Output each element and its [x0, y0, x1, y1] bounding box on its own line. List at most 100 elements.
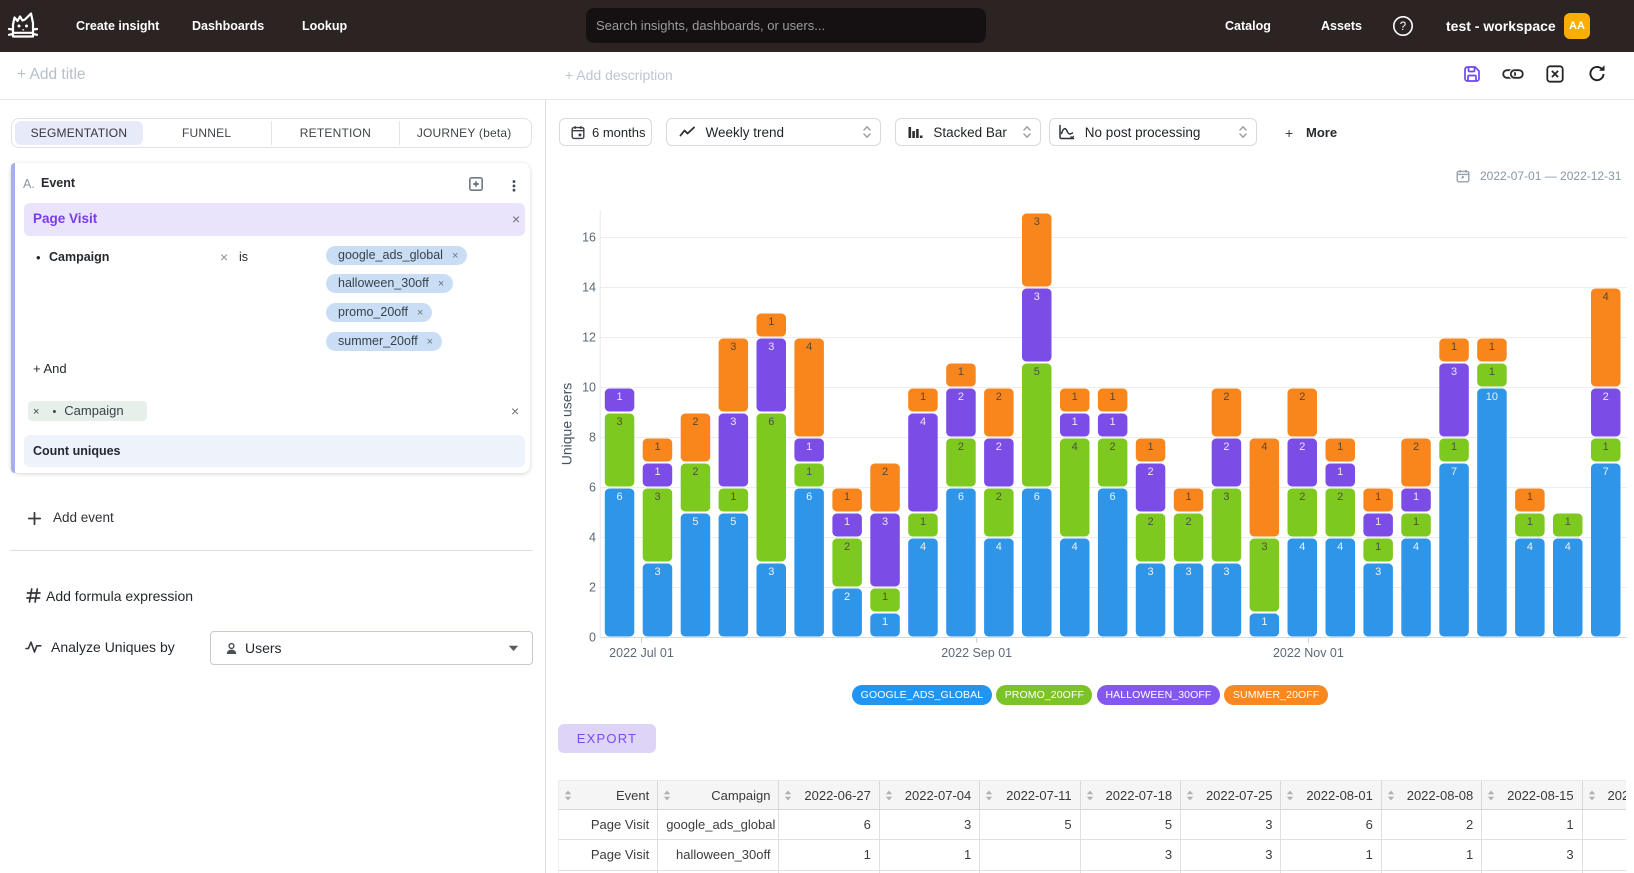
svg-text:5: 5 [1034, 366, 1040, 378]
svg-text:3: 3 [768, 341, 774, 353]
svg-text:1: 1 [958, 366, 964, 378]
svg-text:2: 2 [589, 581, 596, 595]
svg-text:6: 6 [1034, 491, 1040, 503]
svg-text:1: 1 [654, 466, 660, 478]
svg-text:1: 1 [882, 616, 888, 628]
svg-text:14: 14 [582, 281, 596, 295]
svg-text:4: 4 [1413, 541, 1419, 553]
svg-text:4: 4 [1527, 541, 1533, 553]
svg-text:2022 Sep 01: 2022 Sep 01 [941, 646, 1012, 660]
svg-text:2: 2 [1185, 516, 1191, 528]
svg-text:4: 4 [1337, 541, 1343, 553]
svg-text:6: 6 [958, 491, 964, 503]
svg-text:3: 3 [1261, 541, 1267, 553]
svg-text:6: 6 [1110, 491, 1116, 503]
svg-text:1: 1 [1413, 491, 1419, 503]
svg-text:1: 1 [1375, 491, 1381, 503]
svg-text:4: 4 [1261, 441, 1267, 453]
svg-text:6: 6 [616, 491, 622, 503]
svg-text:1: 1 [1261, 616, 1267, 628]
svg-text:3: 3 [882, 516, 888, 528]
svg-text:5: 5 [692, 516, 698, 528]
svg-text:4: 4 [806, 341, 812, 353]
svg-text:1: 1 [730, 491, 736, 503]
svg-text:7: 7 [1451, 466, 1457, 478]
svg-text:1: 1 [654, 441, 660, 453]
svg-text:1: 1 [1565, 516, 1571, 528]
svg-text:2: 2 [692, 416, 698, 428]
svg-text:1: 1 [1451, 341, 1457, 353]
svg-text:2: 2 [958, 391, 964, 403]
svg-text:2: 2 [1299, 491, 1305, 503]
svg-text:2: 2 [996, 391, 1002, 403]
svg-text:2: 2 [1223, 441, 1229, 453]
svg-text:7: 7 [1603, 466, 1609, 478]
svg-text:2: 2 [1110, 441, 1116, 453]
svg-text:1: 1 [1337, 466, 1343, 478]
svg-text:1: 1 [1413, 516, 1419, 528]
svg-text:8: 8 [589, 431, 596, 445]
svg-text:1: 1 [1489, 366, 1495, 378]
svg-text:2: 2 [1148, 516, 1154, 528]
svg-text:2: 2 [844, 591, 850, 603]
svg-text:2: 2 [1223, 391, 1229, 403]
svg-text:4: 4 [1072, 441, 1078, 453]
svg-text:1: 1 [1185, 491, 1191, 503]
svg-text:6: 6 [768, 416, 774, 428]
svg-text:2: 2 [844, 541, 850, 553]
svg-text:3: 3 [768, 566, 774, 578]
svg-text:1: 1 [1489, 341, 1495, 353]
svg-text:2: 2 [1299, 391, 1305, 403]
svg-text:1: 1 [1375, 516, 1381, 528]
svg-text:3: 3 [1148, 566, 1154, 578]
svg-text:1: 1 [882, 591, 888, 603]
svg-text:4: 4 [920, 416, 926, 428]
svg-text:Unique users: Unique users [559, 383, 575, 466]
svg-text:1: 1 [1337, 441, 1343, 453]
svg-text:1: 1 [1527, 491, 1533, 503]
svg-text:1: 1 [1072, 391, 1078, 403]
svg-text:4: 4 [1072, 541, 1078, 553]
svg-text:4: 4 [996, 541, 1002, 553]
svg-text:3: 3 [1185, 566, 1191, 578]
svg-text:3: 3 [730, 416, 736, 428]
svg-text:2: 2 [1413, 441, 1419, 453]
svg-text:10: 10 [582, 381, 596, 395]
svg-text:1: 1 [1375, 541, 1381, 553]
svg-text:1: 1 [920, 391, 926, 403]
svg-text:4: 4 [589, 531, 596, 545]
svg-text:3: 3 [616, 416, 622, 428]
svg-text:1: 1 [1603, 441, 1609, 453]
svg-text:1: 1 [1148, 441, 1154, 453]
svg-text:1: 1 [616, 391, 622, 403]
svg-text:6: 6 [806, 491, 812, 503]
svg-text:3: 3 [1034, 291, 1040, 303]
svg-text:3: 3 [1034, 216, 1040, 228]
svg-text:16: 16 [582, 231, 596, 245]
svg-text:4: 4 [1603, 291, 1609, 303]
svg-text:3: 3 [1223, 566, 1229, 578]
svg-text:12: 12 [582, 331, 596, 345]
svg-text:1: 1 [844, 516, 850, 528]
svg-text:1: 1 [768, 316, 774, 328]
svg-text:3: 3 [1451, 366, 1457, 378]
svg-text:1: 1 [1110, 416, 1116, 428]
svg-text:1: 1 [806, 466, 812, 478]
svg-text:1: 1 [1072, 416, 1078, 428]
svg-text:3: 3 [1375, 566, 1381, 578]
svg-text:2: 2 [958, 441, 964, 453]
svg-text:1: 1 [1451, 441, 1457, 453]
svg-text:10: 10 [1486, 391, 1498, 403]
svg-text:2: 2 [996, 491, 1002, 503]
svg-text:2022 Jul 01: 2022 Jul 01 [609, 646, 674, 660]
svg-text:3: 3 [730, 341, 736, 353]
svg-text:2: 2 [1299, 441, 1305, 453]
svg-text:1: 1 [806, 441, 812, 453]
svg-text:2: 2 [1148, 466, 1154, 478]
svg-text:4: 4 [1565, 541, 1571, 553]
svg-text:2: 2 [1337, 491, 1343, 503]
svg-text:3: 3 [654, 491, 660, 503]
svg-text:5: 5 [730, 516, 736, 528]
svg-text:4: 4 [1299, 541, 1305, 553]
svg-text:3: 3 [1223, 491, 1229, 503]
